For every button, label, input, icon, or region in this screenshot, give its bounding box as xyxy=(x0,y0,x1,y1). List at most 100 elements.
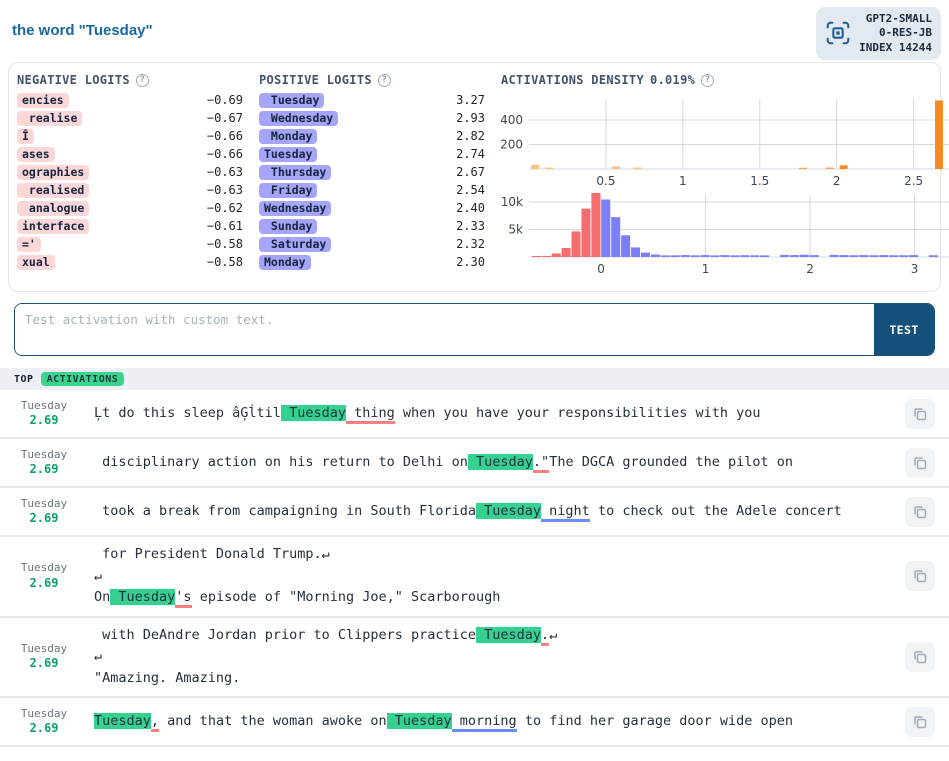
test-activation-input[interactable] xyxy=(15,304,874,355)
logit-row: Tuesday 2.74 xyxy=(259,145,485,163)
logit-token-chip: realise xyxy=(17,110,83,126)
activation-underline-red: 's xyxy=(175,589,192,608)
logit-value: 2.67 xyxy=(456,165,485,179)
activation-underline-red: thing xyxy=(345,404,395,424)
model-badge-text: GPT2-SMALL 0-RES-JB INDEX 14244 xyxy=(859,12,932,55)
activation-text-line: took a break from campaigning in South F… xyxy=(94,501,901,523)
activation-value: 2.69 xyxy=(29,510,59,525)
negative-logits-column: NEGATIVE LOGITS ? encies −0.69 realise −0.… xyxy=(17,73,243,285)
logit-token-chip: analogue xyxy=(17,200,90,216)
svg-text:1.5: 1.5 xyxy=(750,174,769,188)
logit-value: −0.63 xyxy=(206,183,243,197)
logit-row: Saturday 2.32 xyxy=(259,235,485,253)
activation-text-segment: episode of "Morning Joe," Scarborough xyxy=(191,589,501,605)
activation-summary: Tuesday 2.69 xyxy=(0,707,88,737)
svg-text:400: 400 xyxy=(501,113,523,127)
logit-row: Wednesday 2.40 xyxy=(259,199,485,217)
activation-text-line: Ļt do this sleep âĢĺtil Tuesday thing wh… xyxy=(94,403,901,425)
activation-text-segment: ↵ xyxy=(94,567,103,584)
density-header: ACTIVATIONS DENSITY 0.019% ? xyxy=(501,73,949,87)
help-icon[interactable]: ? xyxy=(135,73,149,87)
logit-row: interface −0.61 xyxy=(17,217,243,235)
logit-token-chip: Friday xyxy=(259,182,318,198)
activation-underline-blue: night xyxy=(541,502,590,522)
top-label: TOP xyxy=(14,373,34,385)
logit-token-chip: Thursday xyxy=(259,164,332,180)
logit-token-chip: encies xyxy=(17,92,69,108)
logit-token-chip: Monday xyxy=(259,254,311,270)
activation-text-segment: disciplinary action on his return to Del… xyxy=(94,453,468,470)
copy-button[interactable] xyxy=(905,447,935,478)
activation-text: Tuesday, and that the woman awoke on Tue… xyxy=(88,704,905,740)
copy-icon xyxy=(914,505,927,518)
activation-text-segment: for President Donald Trump.↵ xyxy=(94,546,330,562)
activation-underline-red: ." xyxy=(532,453,550,473)
feature-title: the word "Tuesday" xyxy=(12,22,153,39)
activation-token-name: Tuesday xyxy=(20,641,68,655)
logit-token-chip: ographies xyxy=(17,164,90,180)
activation-text-line: On Tuesday's episode of "Morning Joe," S… xyxy=(94,587,901,609)
activation-text-line: "Amazing. Amazing. xyxy=(94,668,901,690)
model-badge[interactable]: GPT2-SMALL 0-RES-JB INDEX 14244 xyxy=(816,7,941,60)
activation-token-highlight: Tuesday xyxy=(476,626,542,643)
activation-text-segment: ↵ xyxy=(94,648,103,664)
logit-row: Sunday 2.33 xyxy=(259,217,485,235)
logit-token-chip: Saturday xyxy=(259,236,332,252)
logit-token-chip: Ī xyxy=(17,128,34,144)
activation-text-segment: took a break from campaigning in South F… xyxy=(94,502,477,519)
activation-underline-red: , xyxy=(150,712,160,732)
negative-logits-label: NEGATIVE LOGITS xyxy=(17,73,130,87)
activation-token-name: Tuesday xyxy=(20,496,68,510)
logit-token-chip: =' xyxy=(17,236,41,252)
density-histogram-upper: 200 400 0.5 1 1.5 2 2.5 xyxy=(501,99,949,188)
activation-text-line: with DeAndre Jordan prior to Clippers pr… xyxy=(94,625,901,647)
logit-token-chip: interface xyxy=(17,218,90,234)
activation-token-name: Tuesday xyxy=(20,706,68,720)
logit-row: realised −0.63 xyxy=(17,181,243,199)
activation-text: with DeAndre Jordan prior to Clippers pr… xyxy=(88,618,905,697)
logit-value: 3.27 xyxy=(456,93,485,107)
copy-button[interactable] xyxy=(905,706,935,737)
logit-row: ographies −0.63 xyxy=(17,163,243,181)
activation-token-highlight: Tuesday xyxy=(280,404,346,421)
activation-underline-blue: morning xyxy=(451,712,517,732)
test-activation-form: TEST xyxy=(14,303,935,356)
logit-value: 2.82 xyxy=(456,129,485,143)
activation-text-line: ↵ xyxy=(94,566,901,588)
logit-value: −0.69 xyxy=(206,93,243,107)
activation-text-segment: and that the woman awoke on xyxy=(159,712,387,729)
logit-token-chip: realised xyxy=(17,182,90,198)
activation-text-line: for President Donald Trump.↵ xyxy=(94,544,901,566)
logit-value: 2.32 xyxy=(456,237,485,251)
copy-button[interactable] xyxy=(905,496,935,527)
activation-text-line: ↵ xyxy=(94,646,901,668)
chip-icon xyxy=(826,22,850,45)
activation-row: Tuesday 2.69 Tuesday, and that the woman a… xyxy=(0,698,949,747)
svg-text:1: 1 xyxy=(702,262,710,276)
logit-row: realise −0.67 xyxy=(17,109,243,127)
activation-summary: Tuesday 2.69 xyxy=(0,561,88,591)
logit-row: Wednesday 2.93 xyxy=(259,109,485,127)
copy-icon xyxy=(914,456,927,469)
copy-button[interactable] xyxy=(905,561,935,592)
feature-index: INDEX 14244 xyxy=(859,40,932,54)
logit-token-chip: xual xyxy=(17,254,55,270)
activation-text: for President Donald Trump.↵ ↵ On Tuesday'… xyxy=(88,537,905,616)
logit-row: analogue −0.62 xyxy=(17,199,243,217)
logit-token-chip: Monday xyxy=(259,128,318,144)
activation-text-segment: "Amazing. Amazing. xyxy=(94,669,241,686)
copy-button[interactable] xyxy=(905,398,935,429)
logit-token-chip: Sunday xyxy=(259,218,318,234)
logit-row: xual −0.58 xyxy=(17,253,243,271)
logit-row: Friday 2.54 xyxy=(259,181,485,199)
copy-button[interactable] xyxy=(905,641,935,672)
logit-row: ases −0.66 xyxy=(17,145,243,163)
svg-text:5k: 5k xyxy=(508,223,523,237)
logit-row: encies −0.69 xyxy=(17,91,243,109)
activation-token-name: Tuesday xyxy=(20,447,68,461)
svg-text:2: 2 xyxy=(806,262,814,276)
help-icon[interactable]: ? xyxy=(701,73,715,87)
help-icon[interactable]: ? xyxy=(377,73,391,87)
test-button[interactable]: TEST xyxy=(874,304,934,355)
logit-token-chip: Wednesday xyxy=(259,110,339,126)
